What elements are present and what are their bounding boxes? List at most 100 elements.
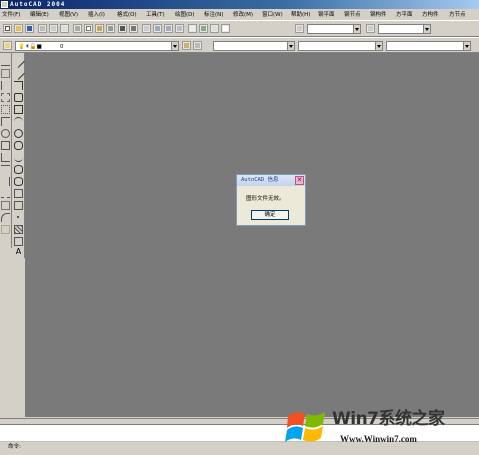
rectangle-icon[interactable] bbox=[14, 105, 23, 114]
design-center-icon[interactable] bbox=[199, 24, 208, 33]
chevron-down-icon bbox=[463, 41, 471, 51]
menu-steel-node[interactable]: 钢节点 bbox=[344, 11, 361, 19]
lineweight-control-dropdown[interactable] bbox=[386, 41, 471, 51]
point-icon[interactable] bbox=[17, 216, 19, 218]
undo-icon[interactable] bbox=[118, 24, 127, 33]
publish-icon[interactable] bbox=[60, 24, 69, 33]
ellipse-arc-icon[interactable] bbox=[14, 177, 23, 186]
chevron-down-icon bbox=[423, 24, 431, 34]
mirror-icon[interactable] bbox=[1, 81, 10, 90]
dialog-message: 图形文件无效。 bbox=[246, 196, 285, 202]
print-icon[interactable] bbox=[38, 24, 47, 33]
watermark-title: Win7系统之家 bbox=[332, 409, 445, 429]
zoom-previous-icon[interactable] bbox=[175, 24, 184, 33]
layer-previous-icon[interactable] bbox=[193, 41, 202, 50]
drawing-area[interactable] bbox=[25, 53, 479, 417]
layer-manager-icon[interactable] bbox=[3, 41, 12, 50]
polygon-icon[interactable] bbox=[14, 93, 23, 102]
ok-button[interactable]: 确定 bbox=[251, 210, 289, 220]
menu-window[interactable]: 窗口(W) bbox=[262, 11, 283, 19]
menu-square-node[interactable]: 方节点 bbox=[449, 11, 466, 19]
arc-icon[interactable] bbox=[14, 117, 23, 126]
chevron-down-icon bbox=[353, 24, 361, 34]
region-icon[interactable] bbox=[14, 237, 23, 246]
revision-cloud-icon[interactable] bbox=[14, 141, 23, 150]
menu-steel-member[interactable]: 钢构件 bbox=[370, 11, 387, 19]
erase-icon[interactable] bbox=[1, 57, 10, 66]
construction-line-icon[interactable] bbox=[12, 67, 25, 80]
color-control-dropdown[interactable] bbox=[213, 41, 295, 51]
print-preview-icon[interactable] bbox=[49, 24, 58, 33]
move-icon[interactable] bbox=[1, 117, 10, 126]
standard-toolbar bbox=[0, 20, 479, 37]
menu-view[interactable]: 视图(V) bbox=[59, 11, 78, 19]
menu-steel-plan[interactable]: 钢平面 bbox=[318, 11, 335, 19]
cut-icon[interactable] bbox=[73, 24, 82, 33]
offset-icon[interactable] bbox=[1, 93, 10, 102]
help-icon[interactable] bbox=[221, 24, 230, 33]
menu-square-member[interactable]: 方构件 bbox=[422, 11, 439, 19]
menu-square-plan[interactable]: 方平面 bbox=[396, 11, 413, 19]
watermark-url: Www.Winwin7.com bbox=[340, 434, 417, 444]
window-title: AutoCAD 2004 bbox=[10, 1, 66, 8]
text-style-dropdown[interactable] bbox=[307, 24, 361, 34]
stretch-icon[interactable] bbox=[1, 153, 10, 162]
autocad-app-icon[interactable] bbox=[1, 1, 8, 8]
hatch-icon[interactable] bbox=[14, 225, 23, 234]
menu-draw[interactable]: 绘图(D) bbox=[175, 11, 195, 19]
tool-palettes-icon[interactable] bbox=[210, 24, 219, 33]
copy-object-icon[interactable] bbox=[1, 69, 10, 78]
rotate-icon[interactable] bbox=[1, 129, 10, 138]
pan-icon[interactable] bbox=[142, 24, 151, 33]
modify-toolbar bbox=[0, 53, 12, 248]
fillet-icon[interactable] bbox=[1, 213, 10, 222]
layer-state-icons: 💡☀🔓■ bbox=[18, 44, 42, 50]
chevron-down-icon bbox=[287, 41, 295, 51]
dim-style-icon[interactable] bbox=[366, 24, 375, 33]
extend-icon[interactable] bbox=[1, 177, 10, 186]
properties-icon[interactable] bbox=[188, 24, 197, 33]
chevron-down-icon bbox=[171, 41, 179, 51]
menu-dimension[interactable]: 标注(N) bbox=[204, 11, 223, 19]
message-dialog: AutoCAD 信息 ✕ 图形文件无效。 确定 bbox=[236, 174, 306, 226]
open-file-icon[interactable] bbox=[14, 24, 23, 33]
menu-tools[interactable]: 工具(T) bbox=[146, 11, 165, 19]
match-properties-icon[interactable] bbox=[106, 24, 115, 33]
watermark: Win7系统之家 Www.Winwin7.com bbox=[278, 401, 478, 455]
new-file-icon[interactable] bbox=[3, 24, 12, 33]
menu-format[interactable]: 格式(O) bbox=[117, 11, 137, 19]
chamfer-icon[interactable] bbox=[1, 201, 10, 210]
spline-icon[interactable] bbox=[14, 153, 23, 162]
redo-icon[interactable] bbox=[129, 24, 138, 33]
draw-toolbar: A bbox=[12, 53, 25, 258]
linetype-control-dropdown[interactable] bbox=[298, 41, 383, 51]
break-icon[interactable] bbox=[1, 189, 10, 198]
multiline-text-icon[interactable]: A bbox=[14, 247, 23, 256]
copy-icon[interactable] bbox=[84, 24, 93, 33]
menu-help[interactable]: 帮助(H) bbox=[291, 11, 310, 19]
save-icon[interactable] bbox=[25, 24, 34, 33]
menu-modify[interactable]: 修改(M) bbox=[233, 11, 253, 19]
zoom-realtime-icon[interactable] bbox=[153, 24, 162, 33]
zoom-window-icon[interactable] bbox=[164, 24, 173, 33]
dim-style-dropdown[interactable] bbox=[378, 24, 431, 34]
ellipse-icon[interactable] bbox=[14, 165, 23, 174]
windows-logo-icon bbox=[285, 412, 325, 442]
polyline-icon[interactable] bbox=[14, 81, 23, 90]
array-icon[interactable] bbox=[1, 105, 10, 114]
paste-icon[interactable] bbox=[95, 24, 104, 33]
menu-file[interactable]: 文件(F) bbox=[2, 11, 20, 19]
circle-icon[interactable] bbox=[14, 129, 23, 138]
layer-dropdown[interactable]: 💡☀🔓■ 0 bbox=[15, 41, 179, 51]
make-object-layer-current-icon[interactable] bbox=[182, 41, 191, 50]
text-style-icon[interactable] bbox=[295, 24, 304, 33]
make-block-icon[interactable] bbox=[14, 201, 23, 210]
trim-icon[interactable] bbox=[1, 165, 10, 174]
insert-block-icon[interactable] bbox=[14, 189, 23, 198]
menu-insert[interactable]: 插入(I) bbox=[88, 11, 105, 19]
menu-edit[interactable]: 编辑(E) bbox=[30, 11, 49, 19]
close-icon[interactable]: ✕ bbox=[295, 176, 304, 185]
scale-icon[interactable] bbox=[1, 141, 10, 150]
line-icon[interactable] bbox=[12, 55, 25, 68]
explode-icon[interactable] bbox=[1, 225, 10, 234]
